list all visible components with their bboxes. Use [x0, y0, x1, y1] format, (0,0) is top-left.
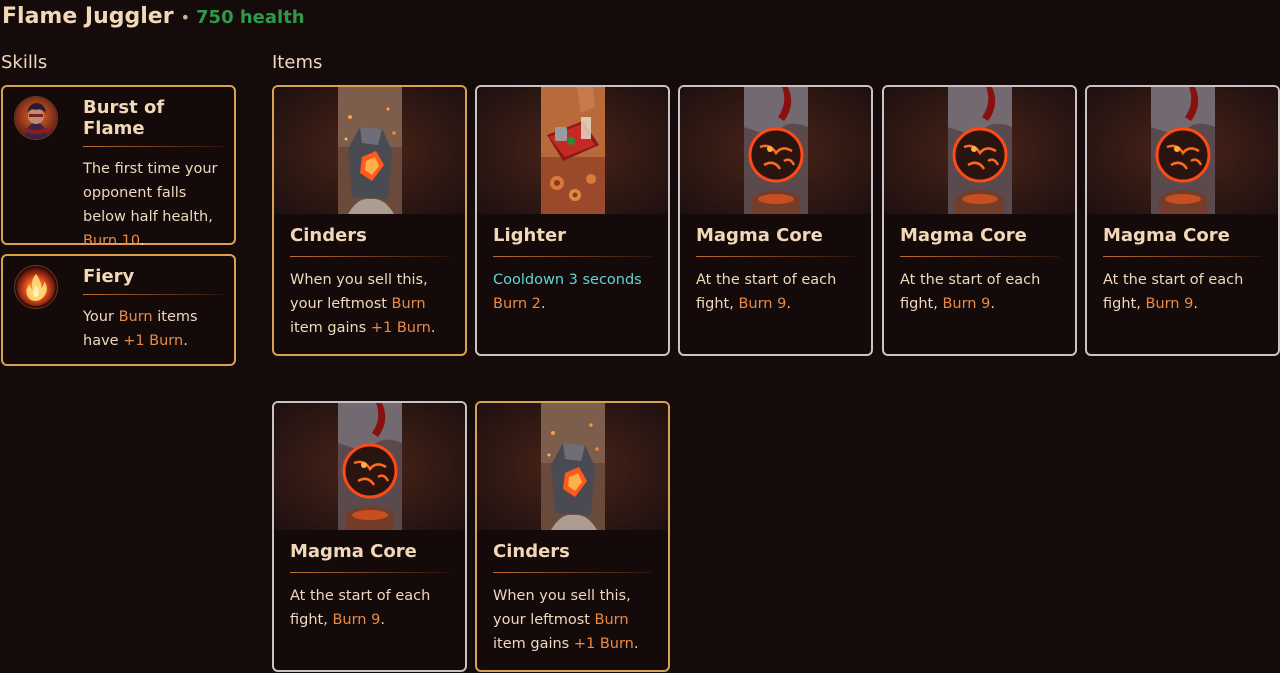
divider — [900, 256, 1059, 257]
burn-keyword: Burn 2 — [493, 296, 541, 312]
skill-card-burst-of-flame[interactable]: Burst of Flame The first time your oppon… — [1, 85, 236, 249]
item-name: Magma Core — [1103, 225, 1230, 246]
item-name: Magma Core — [900, 225, 1027, 246]
item-art — [274, 87, 465, 214]
description-text: item gains — [290, 320, 371, 336]
skill-name: Burst of Flame — [83, 97, 165, 139]
cooldown-text: Cooldown 3 seconds — [493, 272, 642, 288]
item-card-magma-core[interactable]: Magma Core At the start of each fight, B… — [1085, 85, 1280, 356]
burn-keyword: Burn — [391, 296, 426, 312]
description-text: . — [140, 233, 145, 249]
description-text: item gains — [493, 636, 574, 652]
lighter-icon — [541, 87, 605, 214]
character-health: 750 health — [196, 7, 305, 28]
item-description: At the start of each fight, Burn 9. — [900, 268, 1059, 316]
item-name: Lighter — [493, 225, 567, 246]
magma-core-icon — [338, 403, 402, 530]
item-art — [477, 403, 668, 530]
item-art — [884, 87, 1075, 214]
divider — [493, 256, 652, 257]
burn-keyword: Burn — [118, 309, 153, 325]
description-text: . — [1193, 296, 1198, 312]
item-description: At the start of each fight, Burn 9. — [1103, 268, 1262, 316]
character-name: Flame Juggler — [2, 4, 174, 29]
item-description: When you sell this, your leftmost Burn i… — [493, 584, 652, 656]
item-name: Magma Core — [696, 225, 823, 246]
divider — [83, 294, 224, 295]
skill-card-fiery[interactable]: Fiery Your Burn items have +1 Burn. — [1, 254, 236, 366]
skill-description: Your Burn items have +1 Burn. — [83, 305, 224, 353]
skill-name: Fiery — [83, 266, 135, 287]
item-name: Cinders — [290, 225, 367, 246]
item-description: Cooldown 3 seconds Burn 2. — [493, 268, 652, 316]
divider — [290, 256, 449, 257]
description-text: . — [540, 296, 546, 312]
item-card-magma-core[interactable]: Magma Core At the start of each fight, B… — [678, 85, 873, 356]
item-description: At the start of each fight, Burn 9. — [696, 268, 855, 316]
separator-dot: • — [180, 8, 191, 27]
description-text: . — [380, 612, 385, 628]
item-description: At the start of each fight, Burn 9. — [290, 584, 449, 632]
item-name: Magma Core — [290, 541, 417, 562]
burn-keyword: +1 Burn — [123, 333, 184, 349]
item-art — [477, 87, 668, 214]
divider — [83, 146, 224, 147]
item-art — [1087, 87, 1278, 214]
item-name: Cinders — [493, 541, 570, 562]
burn-keyword: Burn 10 — [83, 233, 141, 249]
description-text: Your — [83, 309, 119, 325]
skill-description: The first time your opponent falls below… — [83, 157, 224, 253]
burn-keyword: Burn 9 — [942, 296, 991, 312]
description-text: . — [990, 296, 995, 312]
description-text: . — [786, 296, 791, 312]
magma-core-icon — [948, 87, 1012, 214]
items-heading: Items — [272, 52, 323, 73]
divider — [493, 572, 652, 573]
divider — [696, 256, 855, 257]
description-text: . — [633, 636, 639, 652]
burn-keyword: +1 Burn — [370, 320, 431, 336]
item-description: When you sell this, your leftmost Burn i… — [290, 268, 449, 340]
item-card-magma-core[interactable]: Magma Core At the start of each fight, B… — [882, 85, 1077, 356]
burn-keyword: Burn 9 — [738, 296, 787, 312]
character-header: Flame Juggler • 750 health — [2, 4, 305, 34]
magma-core-icon — [744, 87, 808, 214]
cinders-rock-icon — [338, 87, 402, 214]
description-text: . — [183, 333, 188, 349]
flame-icon — [14, 265, 58, 309]
hero-portrait-icon — [14, 96, 58, 140]
burn-keyword: Burn 9 — [332, 612, 381, 628]
item-art — [274, 403, 465, 530]
skills-heading: Skills — [1, 52, 48, 73]
item-card-magma-core[interactable]: Magma Core At the start of each fight, B… — [272, 401, 467, 672]
divider — [290, 572, 449, 573]
description-text: The first time your opponent falls below… — [83, 161, 218, 225]
divider — [1103, 256, 1262, 257]
burn-keyword: Burn 9 — [1145, 296, 1194, 312]
description-text: . — [430, 320, 436, 336]
item-card-lighter[interactable]: Lighter Cooldown 3 seconds Burn 2. — [475, 85, 670, 356]
cinders-rock-icon — [541, 403, 605, 530]
burn-keyword: Burn — [594, 612, 629, 628]
burn-keyword: +1 Burn — [573, 636, 634, 652]
magma-core-icon — [1151, 87, 1215, 214]
item-art — [680, 87, 871, 214]
item-card-cinders[interactable]: Cinders When you sell this, your leftmos… — [272, 85, 467, 356]
item-card-cinders[interactable]: Cinders When you sell this, your leftmos… — [475, 401, 670, 672]
